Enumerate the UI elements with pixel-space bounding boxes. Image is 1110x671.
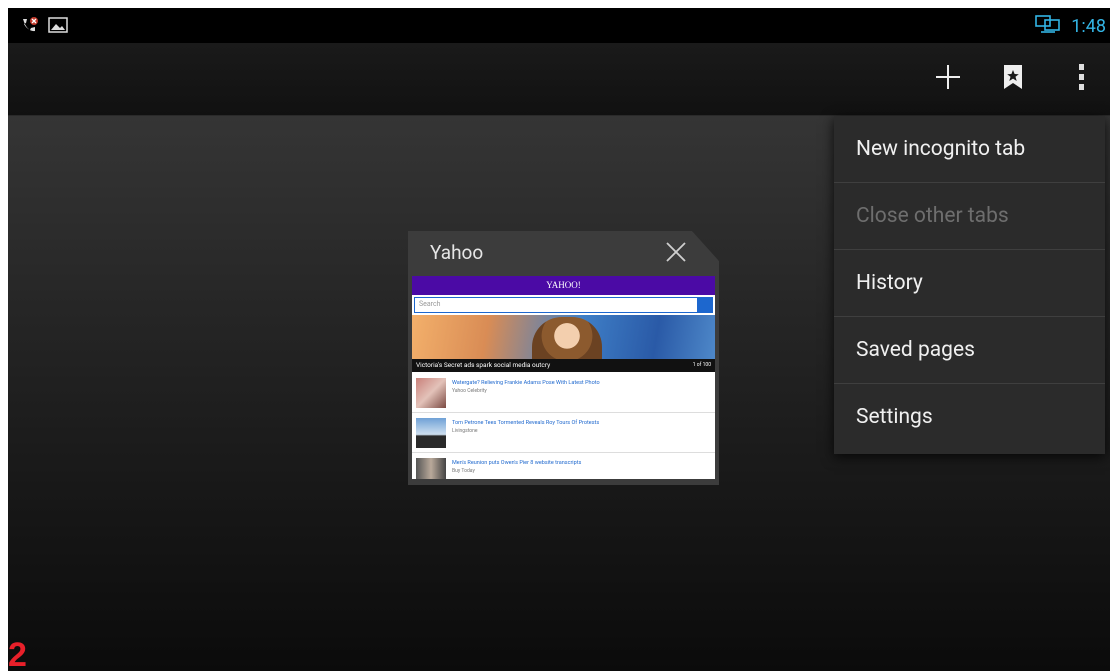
list-item-title: Watergate? Relieving Frankie Adams Pose … (452, 380, 600, 386)
list-item-source: Livingstone (452, 428, 478, 434)
tab-card[interactable]: Yahoo YAHOO! Search Victoria's Secret ad… (408, 231, 719, 485)
tab-title: Yahoo (430, 241, 484, 264)
hero-face-image (532, 317, 602, 359)
thumbnail-hero-image (412, 315, 715, 359)
menu-item-history[interactable]: History (834, 250, 1105, 317)
thumbnail-brand: YAHOO! (412, 276, 715, 295)
thumbnail-headline: Victoria's Secret ads spark social media… (412, 359, 715, 372)
list-item-title: Tom Petrone Tees Tormented Reveals Roy T… (452, 420, 600, 426)
menu-item-close-other-tabs[interactable]: Close other tabs (834, 183, 1105, 250)
menu-item-saved-pages[interactable]: Saved pages (834, 317, 1105, 384)
missed-call-icon (20, 16, 38, 38)
list-item-source: Buy Today (452, 468, 475, 474)
list-item: Watergate? Relieving Frankie Adams Pose … (412, 374, 715, 413)
menu-item-settings[interactable]: Settings (834, 384, 1105, 451)
device-screen: 1:48 Yahoo YAHOO! Search Victoria's Secr… (8, 8, 1110, 671)
bookmarks-icon (1002, 64, 1024, 94)
list-item-title: Men's Reunion puts Owen's Pier 8 website… (452, 460, 582, 466)
new-tab-icon (933, 62, 963, 96)
overflow-menu-button[interactable] (1051, 43, 1110, 115)
list-item: Tom Petrone Tees Tormented Reveals Roy T… (412, 414, 715, 453)
list-item-thumbnail (416, 378, 446, 408)
overflow-menu-icon (1077, 62, 1085, 96)
screen-cast-icon (1035, 14, 1061, 38)
tab-thumbnail: YAHOO! Search Victoria's Secret ads spar… (412, 276, 715, 479)
list-item-thumbnail (416, 458, 446, 479)
search-icon (697, 298, 712, 312)
clock: 1:48 (1071, 15, 1106, 37)
action-bar (8, 43, 1110, 116)
overflow-menu: New incognito tab Close other tabs Histo… (834, 116, 1105, 454)
list-item-source: Yahoo Celebrity (452, 388, 487, 394)
headline-counter: 1 of 100 (692, 362, 711, 368)
close-tab-button[interactable] (663, 239, 689, 269)
thumbnail-search: Search (414, 297, 713, 313)
new-tab-button[interactable] (918, 43, 978, 115)
list-item-thumbnail (416, 418, 446, 448)
image-notification-icon (48, 16, 68, 38)
thumbnail-search-placeholder: Search (419, 300, 441, 308)
headline-text: Victoria's Secret ads spark social media… (416, 361, 551, 369)
menu-item-new-incognito-tab[interactable]: New incognito tab (834, 116, 1105, 183)
status-bar: 1:48 (8, 8, 1110, 43)
close-icon (663, 242, 689, 269)
bookmarks-button[interactable] (983, 43, 1043, 115)
annotation-number: 2 (8, 636, 27, 671)
list-item: Men's Reunion puts Owen's Pier 8 website… (412, 454, 715, 479)
